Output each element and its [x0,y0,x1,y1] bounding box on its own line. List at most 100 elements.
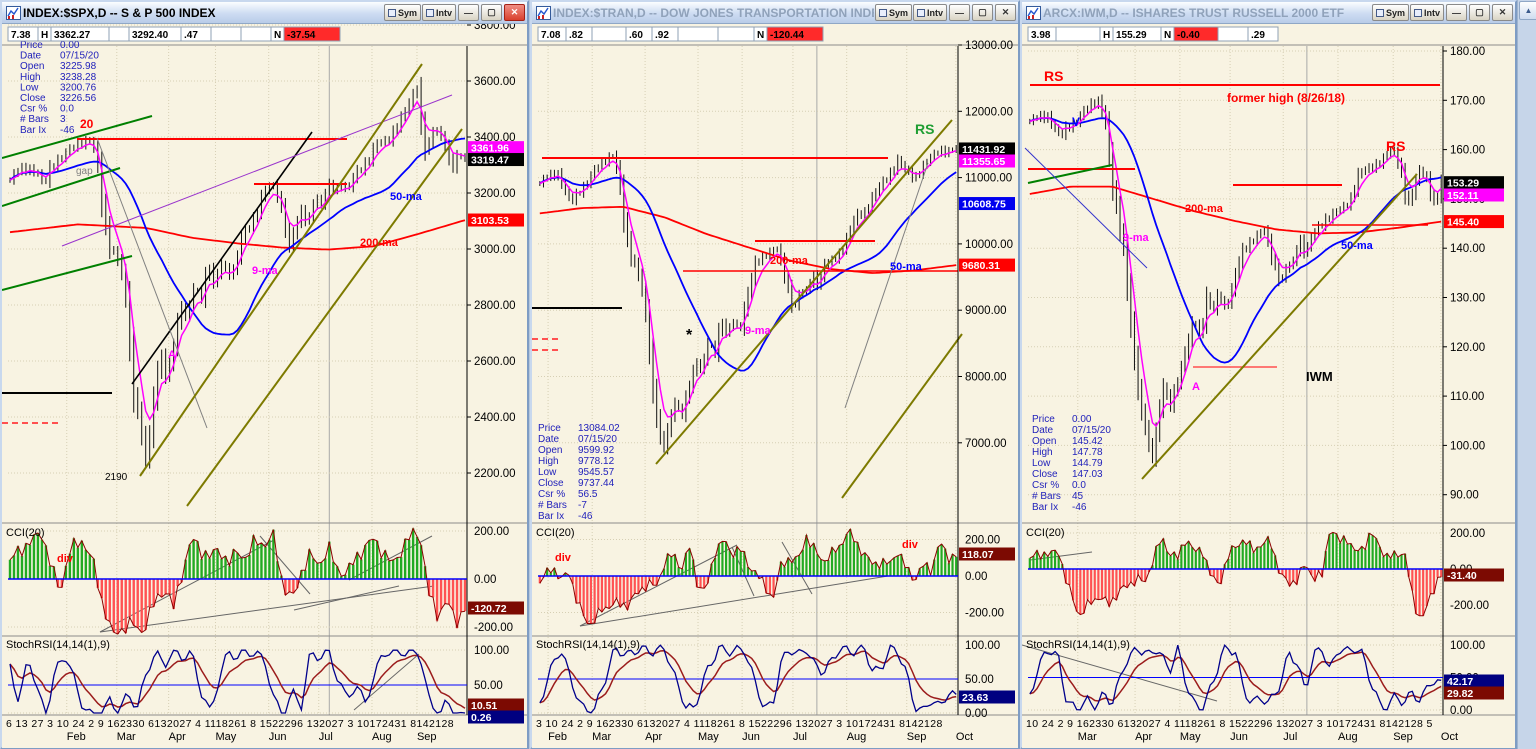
svg-text:07/15/20: 07/15/20 [1072,425,1111,436]
svg-text:N: N [757,30,764,41]
svg-text:0.00: 0.00 [474,574,496,586]
svg-text:Jun: Jun [742,731,760,743]
svg-text:50-ma: 50-ma [1341,240,1374,252]
svg-text:0.0: 0.0 [1072,480,1086,491]
maximize-button[interactable]: ▢ [972,4,993,21]
svg-text:45: 45 [1072,491,1084,502]
svg-text:-7: -7 [578,500,587,511]
svg-text:StochRSI(14,14(1),9): StochRSI(14,14(1),9) [1026,639,1130,651]
svg-text:RS: RS [1386,138,1405,154]
svg-text:160.00: 160.00 [1450,145,1485,157]
sym-button[interactable]: Sym [383,4,421,21]
chart-content[interactable]: 13000.00 12000.00 11000.00 10000.00 9000.00 8… [532,24,1018,748]
svg-text:2800.00: 2800.00 [474,300,516,312]
sym-button[interactable]: Sym [1371,4,1409,21]
chart-content[interactable]: 3800.00 3600.00 3400.00 3200.00 3000.00 2800.… [2,24,527,748]
svg-text:.82: .82 [569,30,583,41]
svg-text:Apr: Apr [645,731,662,743]
svg-text:3319.47: 3319.47 [471,155,509,167]
svg-text:Bar Ix: Bar Ix [1032,502,1058,513]
chart-icon [536,5,551,20]
svg-text:110.00: 110.00 [1450,391,1484,403]
svg-text:V: V [1072,115,1080,129]
svg-text:High: High [538,456,559,467]
svg-text:StochRSI(14,14(1),9): StochRSI(14,14(1),9) [536,639,640,651]
chart-content[interactable]: 180.00170.00160.00150.00140.00130.00120.… [1022,24,1515,748]
svg-text:*: * [686,327,693,344]
titlebar[interactable]: INDEX:$SPX,D -- S & P 500 INDEX Sym Intv… [2,2,527,24]
svg-text:0.00: 0.00 [1072,414,1092,425]
svg-text:90.00: 90.00 [1450,490,1479,502]
close-button[interactable]: ✕ [1492,4,1513,21]
scroll-up-icon[interactable]: ▲ [1519,1,1536,20]
date-axis: 6 13 27 3 10 24 2 9 162330 6132027 4 111… [6,718,454,743]
svg-text:9-ma: 9-ma [745,325,772,337]
svg-text:Close: Close [20,93,46,104]
svg-text:120.00: 120.00 [1450,342,1485,354]
svg-text:-120.72: -120.72 [471,603,507,615]
intv-button[interactable]: Intv [912,4,947,21]
svg-text:144.79: 144.79 [1072,458,1103,469]
svg-text:-200.00: -200.00 [474,622,513,634]
svg-text:# Bars: # Bars [538,500,567,511]
svg-text:6 13 27 3 10 24 2 9 162330 6: 6 13 27 3 10 24 2 9 162330 6132027 4 111… [6,718,454,730]
svg-text:RS: RS [1044,68,1063,84]
svg-text:9680.31: 9680.31 [962,260,1000,272]
svg-text:-37.54: -37.54 [287,30,316,41]
svg-text:Bar Ix: Bar Ix [538,511,564,522]
svg-text:Jul: Jul [793,731,807,743]
svg-text:N: N [274,30,281,41]
maximize-button[interactable]: ▢ [481,4,502,21]
minimize-button[interactable]: — [458,4,479,21]
svg-text:153.29: 153.29 [1447,178,1479,190]
svg-text:May: May [215,731,236,743]
svg-text:10 24 2 9 162330 6132027 4 11: 10 24 2 9 162330 6132027 4 1118261 8 152… [1026,718,1433,730]
svg-text:23.63: 23.63 [962,692,988,704]
svg-text:Bar Ix: Bar Ix [20,125,46,136]
chart-svg: 3800.003600.003400.003200.003000.002800.… [2,24,527,748]
svg-text:3225.98: 3225.98 [60,61,97,72]
svg-text:152.11: 152.11 [1447,190,1479,202]
svg-text:10.51: 10.51 [471,700,497,712]
minimize-button[interactable]: — [1446,4,1467,21]
svg-text:9-ma: 9-ma [252,265,279,277]
titlebar[interactable]: INDEX:$TRAN,D -- DOW JONES TRANSPORTATIO… [532,2,1018,24]
minimize-button[interactable]: — [949,4,970,21]
svg-text:0.00: 0.00 [60,40,80,51]
maximize-button[interactable]: ▢ [1469,4,1490,21]
svg-text:Price: Price [538,423,561,434]
svg-text:.47: .47 [184,30,198,41]
svg-text:100.00: 100.00 [474,645,509,657]
svg-text:div: div [902,539,919,551]
svg-text:07/15/20: 07/15/20 [60,51,99,62]
info-bar: 3.98 H 155.29 N -0.40 .29 [1027,26,1279,42]
svg-text:.92: .92 [655,30,669,41]
window-tran: INDEX:$TRAN,D -- DOW JONES TRANSPORTATIO… [530,0,1020,749]
svg-text:13084.02: 13084.02 [578,423,620,434]
svg-text:-46: -46 [578,511,593,522]
svg-text:3200.00: 3200.00 [474,188,516,200]
svg-text:100.00: 100.00 [1450,440,1485,452]
svg-text:-120.44: -120.44 [770,30,804,41]
close-button[interactable]: ✕ [995,4,1016,21]
desktop-scrollbar[interactable]: ▲ [1517,0,1536,749]
svg-text:Low: Low [1032,458,1051,469]
svg-text:3.98: 3.98 [1031,30,1051,41]
svg-text:20: 20 [80,117,94,131]
svg-text:3800.00: 3800.00 [474,24,516,32]
close-button[interactable]: ✕ [504,4,525,21]
date-axis: 3 10 24 2 9 162330 6132027 4 1118261 8 1… [536,718,973,743]
svg-text:CCI(20): CCI(20) [536,527,575,539]
svg-text:-46: -46 [60,125,75,136]
svg-text:3226.56: 3226.56 [60,93,97,104]
svg-text:former high (8/26/18): former high (8/26/18) [1227,91,1345,105]
svg-text:10000.00: 10000.00 [965,239,1013,251]
titlebar[interactable]: ARCX:IWM,D -- ISHARES TRUST RUSSELL 2000… [1022,2,1515,24]
svg-text:3238.28: 3238.28 [60,72,97,83]
intv-button[interactable]: Intv [1409,4,1444,21]
intv-button[interactable]: Intv [421,4,456,21]
window-spx: INDEX:$SPX,D -- S & P 500 INDEX Sym Intv… [0,0,529,749]
svg-text:50-ma: 50-ma [390,191,423,203]
sym-button[interactable]: Sym [874,4,912,21]
svg-text:Sep: Sep [907,731,927,743]
